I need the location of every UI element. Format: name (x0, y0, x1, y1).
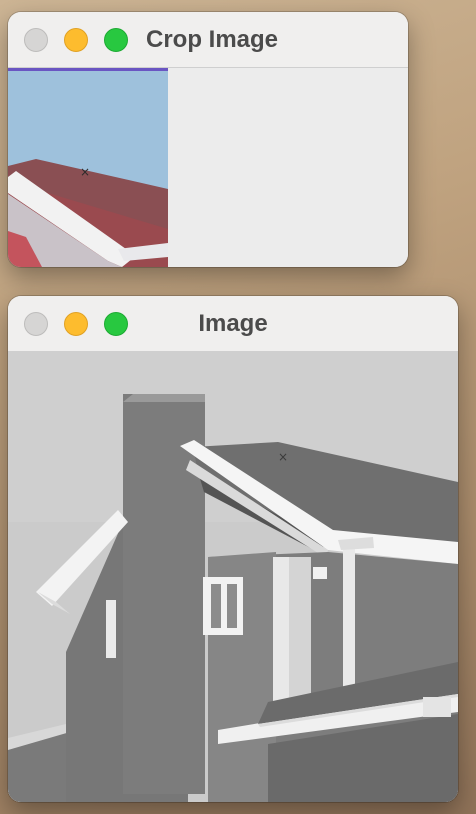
close-button[interactable] (24, 28, 48, 52)
crosshair-icon: × (278, 450, 288, 464)
house-image[interactable]: × (8, 352, 458, 802)
window-title: Image (198, 310, 268, 337)
image-titlebar[interactable]: Image (8, 296, 458, 352)
image-window: Image × (8, 296, 458, 802)
crop-image-content: × (8, 68, 408, 267)
minimize-button[interactable] (64, 28, 88, 52)
window-title: Crop Image (146, 26, 279, 53)
crop-image-window: Crop Image × (8, 12, 408, 267)
cropped-image[interactable]: × (8, 71, 168, 267)
maximize-button[interactable] (104, 28, 128, 52)
crop-image-titlebar[interactable]: Crop Image (8, 12, 408, 68)
image-content: × (8, 352, 458, 802)
crosshair-icon: × (80, 165, 90, 179)
